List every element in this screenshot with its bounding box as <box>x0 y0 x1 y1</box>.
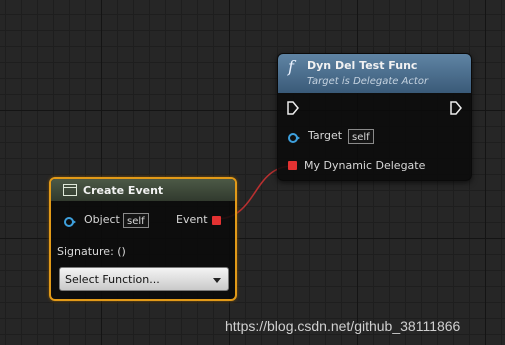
node-header[interactable]: f Dyn Del Test Func Target is Delegate A… <box>278 54 471 93</box>
target-pin-label: Target <box>308 129 343 142</box>
function-icon: f <box>288 57 294 76</box>
select-function-dropdown[interactable]: Select Function... <box>59 267 229 291</box>
delegate-pin-icon[interactable] <box>288 161 297 170</box>
object-pin-icon[interactable] <box>64 217 76 227</box>
event-node-icon <box>63 184 77 196</box>
watermark: https://blog.csdn.net/github_38111866 <box>225 318 461 334</box>
exec-in-pin-icon[interactable] <box>287 101 299 115</box>
create-event-node[interactable]: Create Event Object self Event Signature… <box>49 177 237 301</box>
node-subtitle: Target is Delegate Actor <box>307 76 429 87</box>
target-object-pin-icon[interactable] <box>288 133 300 143</box>
blueprint-graph-canvas[interactable]: f Dyn Del Test Func Target is Delegate A… <box>0 0 505 345</box>
node-title: Dyn Del Test Func <box>307 59 418 72</box>
select-function-label: Select Function... <box>65 273 160 286</box>
delegate-pin-label: My Dynamic Delegate <box>304 159 426 172</box>
chevron-down-icon <box>213 278 221 283</box>
dyn-del-test-func-node[interactable]: f Dyn Del Test Func Target is Delegate A… <box>277 53 472 181</box>
object-default-value[interactable]: self <box>123 213 149 228</box>
node-header[interactable]: Create Event <box>51 179 235 201</box>
node-title: Create Event <box>83 184 164 197</box>
exec-out-pin-icon[interactable] <box>450 101 462 115</box>
event-pin-label: Event <box>176 213 208 226</box>
signature-text: Signature: () <box>57 245 126 258</box>
target-default-value[interactable]: self <box>348 129 374 144</box>
object-pin-label: Object <box>84 213 120 226</box>
event-delegate-pin-icon[interactable] <box>212 216 221 225</box>
